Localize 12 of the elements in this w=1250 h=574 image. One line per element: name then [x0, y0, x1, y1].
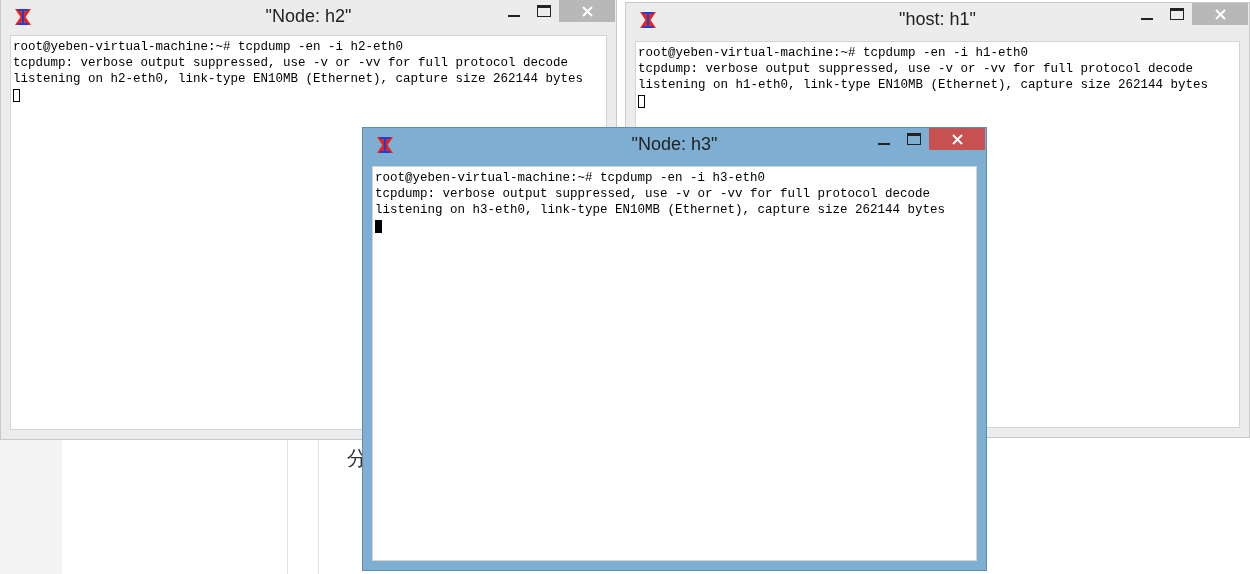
window-title: "Node: h3"	[631, 134, 718, 155]
terminal-line: tcpdump: verbose output suppressed, use -v or -vv for full protocol decode	[13, 55, 570, 71]
terminal-line: listening on h1-eth0, link-type EN10MB (Ethernet), capture size 262144 bytes	[638, 77, 1210, 93]
terminal-line: listening on h3-eth0, link-type EN10MB (Ethernet), capture size 262144 bytes	[375, 202, 947, 218]
terminal-line: listening on h2-eth0, link-type EN10MB (Ethernet), capture size 262144 bytes	[13, 71, 585, 87]
terminal-line: tcpdump: verbose output suppressed, use -v or -vv for full protocol decode	[375, 186, 932, 202]
window-title: "host: h1"	[899, 9, 976, 30]
window-title: "Node: h2"	[265, 6, 352, 27]
terminal-line: root@yeben-virtual-machine:~# tcpdump -en -i h1-eth0	[638, 45, 1030, 61]
terminal-line: tcpdump: verbose output suppressed, use -v or -vv for full protocol decode	[638, 61, 1195, 77]
terminal-line: root@yeben-virtual-machine:~# tcpdump -en -i h3-eth0	[375, 170, 767, 186]
terminal-line: root@yeben-virtual-machine:~# tcpdump -en -i h2-eth0	[13, 39, 405, 55]
